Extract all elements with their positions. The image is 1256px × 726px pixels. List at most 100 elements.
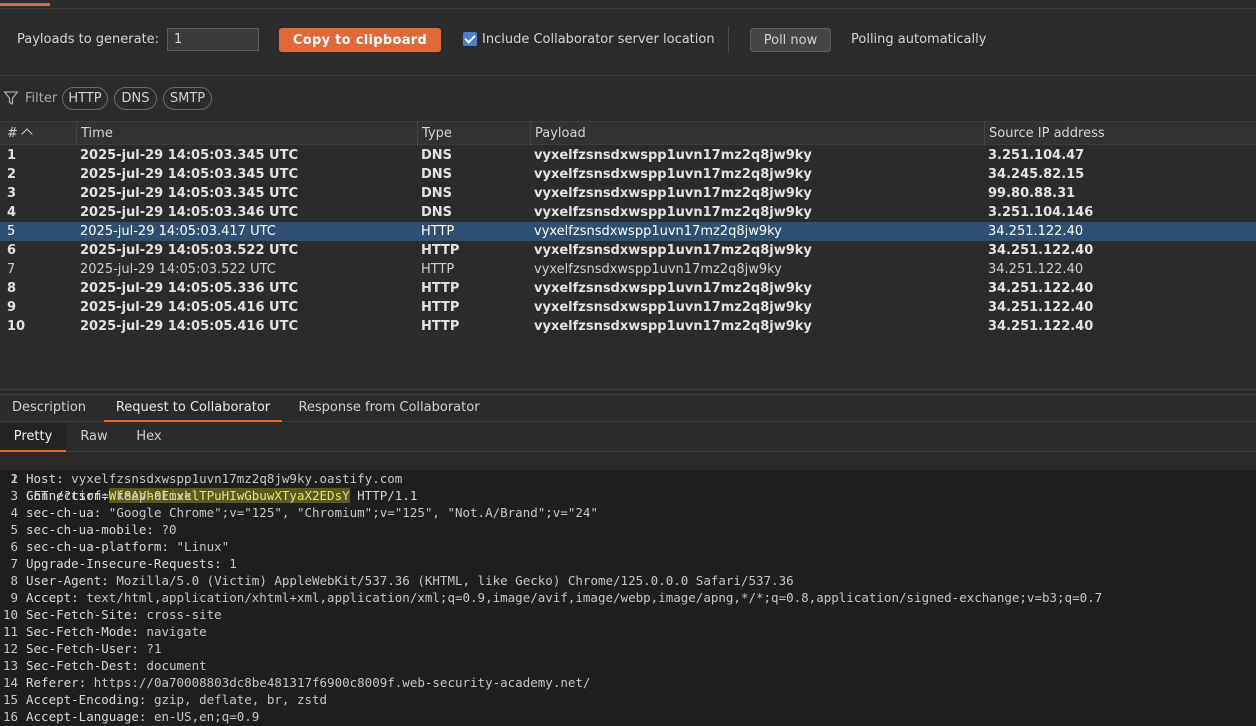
include-location-label[interactable]: Include Collaborator server location xyxy=(482,32,715,47)
header-line[interactable]: 10 Sec-Fetch-Site: cross-site xyxy=(0,606,1256,623)
header-value: Mozilla/5.0 (Victim) AppleWebKit/537.36 … xyxy=(116,573,794,588)
cell-payload: vyxelfzsnsdxwspp1uvn17mz2q8jw9ky xyxy=(534,262,782,277)
filter-bar: Filter HTTP DNS SMTP xyxy=(0,77,1256,120)
cell-type: HTTP xyxy=(421,281,460,296)
filter-chip-smtp[interactable]: SMTP xyxy=(163,87,212,110)
header-line[interactable]: 5 sec-ch-ua-mobile: ?0 xyxy=(0,521,1256,538)
filter-chip-http[interactable]: HTTP xyxy=(62,87,108,110)
header-name: Referer xyxy=(26,675,79,690)
header-line[interactable]: 12 Sec-Fetch-User: ?1 xyxy=(0,640,1256,657)
column-header-time[interactable]: Time xyxy=(76,122,417,146)
header-code: Upgrade-Insecure-Requests: 1 xyxy=(26,556,237,571)
header-line[interactable]: 16 Accept-Language: en-US,en;q=0.9 xyxy=(0,708,1256,725)
table-row[interactable]: 3 2025-jul-29 14:05:03.345 UTC DNS vyxelfzs… xyxy=(0,184,1256,203)
line-number: 2 xyxy=(10,471,18,486)
copy-to-clipboard-button[interactable]: Copy to clipboard xyxy=(279,28,441,52)
header-name: Sec-Fetch-Site xyxy=(26,607,132,622)
tab-hex[interactable]: Hex xyxy=(122,423,176,452)
header-line[interactable]: 3 Connection: keep-alive xyxy=(0,487,1256,504)
tab-raw[interactable]: Raw xyxy=(66,423,122,452)
cell-source-ip: 34.251.122.40 xyxy=(988,300,1094,315)
header-name: Upgrade-Insecure-Requests xyxy=(26,556,215,571)
table-row[interactable]: 10 2025-jul-29 14:05:05.416 UTC HTTP vyxelf… xyxy=(0,317,1256,336)
header-code: Accept-Encoding: gzip, deflate, br, zstd xyxy=(26,692,328,707)
cell-time: 2025-jul-29 14:05:05.336 UTC xyxy=(80,281,298,296)
cell-payload: vyxelfzsnsdxwspp1uvn17mz2q8jw9ky xyxy=(534,148,812,163)
request-editor[interactable]: 1 GET /?csrf=Wf8AVh0EmxklTPuHIwGbuwXTyaX… xyxy=(0,453,1256,726)
header-code: sec-ch-ua-platform: "Linux" xyxy=(26,539,230,554)
table-row[interactable]: 5 2025-jul-29 14:05:03.417 UTC HTTP vyxelfz… xyxy=(0,222,1256,241)
line-number: 9 xyxy=(10,590,18,605)
cell-time: 2025-jul-29 14:05:03.345 UTC xyxy=(80,186,298,201)
cell-payload: vyxelfzsnsdxwspp1uvn17mz2q8jw9ky xyxy=(534,319,812,334)
header-line[interactable]: 11 Sec-Fetch-Mode: navigate xyxy=(0,623,1256,640)
line-number: 12 xyxy=(2,641,18,656)
table-row[interactable]: 8 2025-jul-29 14:05:05.336 UTC HTTP vyxelfz… xyxy=(0,279,1256,298)
table-row[interactable]: 9 2025-jul-29 14:05:05.416 UTC HTTP vyxelfz… xyxy=(0,298,1256,317)
header-line[interactable]: 15 Accept-Encoding: gzip, deflate, br, zs… xyxy=(0,691,1256,708)
header-code: Sec-Fetch-Mode: navigate xyxy=(26,624,207,639)
include-location-checkbox[interactable] xyxy=(463,32,477,46)
header-value: "Google Chrome";v="125", "Chromium";v="1… xyxy=(108,505,598,520)
cell-time: 2025-jul-29 14:05:05.416 UTC xyxy=(80,319,298,334)
line-number: 8 xyxy=(10,573,18,588)
header-name: Accept-Language xyxy=(26,709,139,724)
payloads-count-input[interactable] xyxy=(167,28,259,51)
column-header-type[interactable]: Type xyxy=(417,122,530,146)
line-number: 10 xyxy=(2,607,18,622)
tab-response-from-collaborator[interactable]: Response from Collaborator xyxy=(288,396,490,422)
cell-payload: vyxelfzsnsdxwspp1uvn17mz2q8jw9ky xyxy=(534,281,812,296)
tab-request-to-collaborator[interactable]: Request to Collaborator xyxy=(104,396,282,422)
column-header-payload[interactable]: Payload xyxy=(530,122,984,146)
line-number: 3 xyxy=(10,488,18,503)
header-line[interactable]: 9 Accept: text/html,application/xhtml+xml… xyxy=(0,589,1256,606)
table-row[interactable]: 6 2025-jul-29 14:05:03.522 UTC HTTP vyxelfz… xyxy=(0,241,1256,260)
filter-chip-dns[interactable]: DNS xyxy=(114,87,157,110)
header-line[interactable]: 8 User-Agent: Mozilla/5.0 (Victim) AppleW… xyxy=(0,572,1256,589)
cell-time: 2025-jul-29 14:05:03.345 UTC xyxy=(80,148,298,163)
cell-number: 10 xyxy=(7,319,26,334)
cell-number: 4 xyxy=(7,205,17,220)
header-line[interactable]: 7 Upgrade-Insecure-Requests: 1 xyxy=(0,555,1256,572)
header-value: "Linux" xyxy=(176,539,230,554)
header-name: Host xyxy=(26,471,57,486)
table-row[interactable]: 1 2025-jul-29 14:05:03.345 UTC DNS vyxelfzs… xyxy=(0,146,1256,165)
tab-description[interactable]: Description xyxy=(0,396,98,422)
header-line[interactable]: 13 Sec-Fetch-Dest: document xyxy=(0,657,1256,674)
column-header-number-label: # xyxy=(7,126,18,141)
header-name: sec-ch-ua xyxy=(26,505,94,520)
request-line[interactable]: 1 GET /?csrf=Wf8AVh0EmxklTPuHIwGbuwXTyaX… xyxy=(0,453,1256,503)
filter-funnel-icon[interactable] xyxy=(3,90,19,106)
table-row[interactable]: 2 2025-jul-29 14:05:03.345 UTC DNS vyxelfzs… xyxy=(0,165,1256,184)
tab-pretty[interactable]: Pretty xyxy=(0,423,66,452)
header-line[interactable]: 14 Referer: https://0a70008803dc8be481317… xyxy=(0,674,1256,691)
cell-payload: vyxelfzsnsdxwspp1uvn17mz2q8jw9ky xyxy=(534,300,812,315)
cell-type: DNS xyxy=(421,186,453,201)
cell-number: 7 xyxy=(7,262,16,277)
table-row[interactable]: 4 2025-jul-29 14:05:03.346 UTC DNS vyxelfzs… xyxy=(0,203,1256,222)
header-value: cross-site xyxy=(146,607,222,622)
line-number: 5 xyxy=(10,522,18,537)
line-number: 4 xyxy=(10,505,18,520)
header-code: Sec-Fetch-User: ?1 xyxy=(26,641,162,656)
header-line[interactable]: 4 sec-ch-ua: "Google Chrome";v="125", "Ch… xyxy=(0,504,1256,521)
header-name: Accept xyxy=(26,590,72,605)
pane-splitter[interactable] xyxy=(0,389,1256,395)
cell-time: 2025-jul-29 14:05:03.522 UTC xyxy=(80,262,276,277)
poll-now-button[interactable]: Poll now xyxy=(750,28,831,52)
header-line[interactable]: 6 sec-ch-ua-platform: "Linux" xyxy=(0,538,1256,555)
line-number: 15 xyxy=(2,692,18,707)
table-row[interactable]: 7 2025-jul-29 14:05:03.522 UTC HTTP vyxelfz… xyxy=(0,260,1256,279)
header-code: Sec-Fetch-Dest: document xyxy=(26,658,207,673)
header-name: Connection xyxy=(26,488,102,503)
filter-label[interactable]: Filter xyxy=(25,91,57,106)
column-header-source-ip[interactable]: Source IP address xyxy=(984,122,1256,146)
column-header-number[interactable]: # xyxy=(0,122,76,146)
header-code: Sec-Fetch-Site: cross-site xyxy=(26,607,222,622)
header-code: User-Agent: Mozilla/5.0 (Victim) AppleWe… xyxy=(26,573,794,588)
cell-type: HTTP xyxy=(421,243,460,258)
cell-source-ip: 34.245.82.15 xyxy=(988,167,1085,182)
header-line[interactable]: 2 Host: vyxelfzsnsdxwspp1uvn17mz2q8jw9ky.… xyxy=(0,470,1256,487)
collaborator-toolbar: Payloads to generate: Copy to clipboard … xyxy=(0,10,1256,76)
line-number: 16 xyxy=(2,709,18,724)
